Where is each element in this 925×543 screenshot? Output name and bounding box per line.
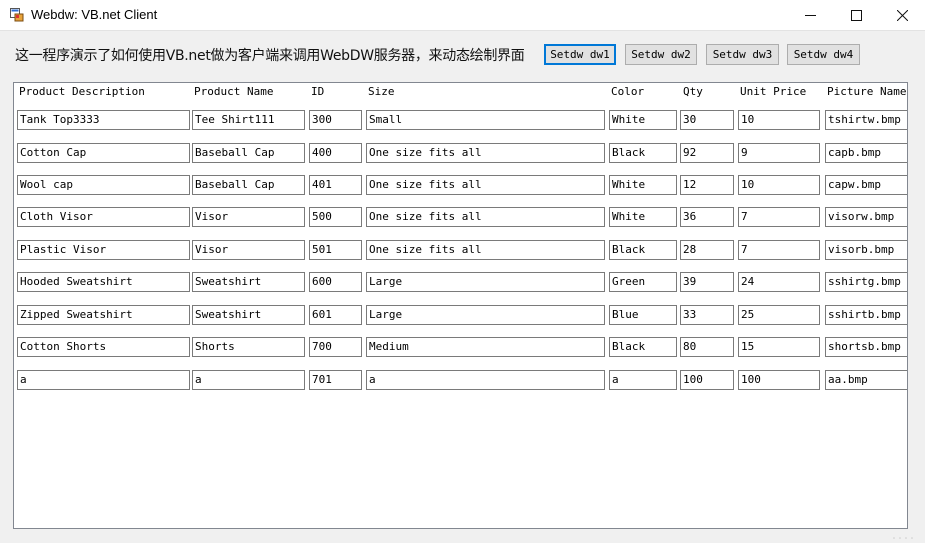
cell-product-name[interactable]: a	[192, 370, 305, 390]
cell-id[interactable]: 500	[309, 207, 362, 227]
cell-unit-price[interactable]: 10	[738, 175, 820, 195]
cell-size[interactable]: One size fits all	[366, 240, 605, 260]
cell-unit-price[interactable]: 9	[738, 143, 820, 163]
cell-id[interactable]: 601	[309, 305, 362, 325]
cell-product-description[interactable]: Wool cap	[17, 175, 190, 195]
cell-color[interactable]: White	[609, 110, 677, 130]
cell-picture-name[interactable]: capw.bmp	[825, 175, 907, 195]
cell-picture-name[interactable]: aa.bmp	[825, 370, 907, 390]
cell-color[interactable]: Black	[609, 240, 677, 260]
cell-picture-name[interactable]: sshirtb.bmp	[825, 305, 907, 325]
cell-qty[interactable]: 12	[680, 175, 734, 195]
cell-color[interactable]: Black	[609, 143, 677, 163]
cell-id[interactable]: 700	[309, 337, 362, 357]
cell-id[interactable]: 701	[309, 370, 362, 390]
column-header-product-name: Product Name	[194, 85, 274, 98]
minimize-button[interactable]	[787, 0, 833, 30]
column-header-color: Color	[611, 85, 645, 98]
cell-size[interactable]: Large	[366, 305, 605, 325]
app-icon	[10, 8, 24, 22]
cell-size[interactable]: One size fits all	[366, 207, 605, 227]
cell-unit-price[interactable]: 7	[738, 240, 820, 260]
cell-product-name[interactable]: Shorts	[192, 337, 305, 357]
cell-product-name[interactable]: Tee Shirt111	[192, 110, 305, 130]
cell-size[interactable]: a	[366, 370, 605, 390]
setdw-dw1-button[interactable]: Setdw dw1	[544, 44, 616, 65]
cell-size[interactable]: Medium	[366, 337, 605, 357]
column-header-id: ID	[311, 85, 325, 98]
column-header-product-description: Product Description	[19, 85, 145, 98]
cell-unit-price[interactable]: 7	[738, 207, 820, 227]
column-header-qty: Qty	[683, 85, 703, 98]
cell-product-description[interactable]: Plastic Visor	[17, 240, 190, 260]
datawindow-panel: Product Description Product Name ID Size Col…	[13, 82, 908, 529]
cell-product-name[interactable]: Sweatshirt	[192, 272, 305, 292]
resize-grip-icon[interactable]	[890, 535, 920, 541]
cell-product-description[interactable]: Cotton Shorts	[17, 337, 190, 357]
cell-picture-name[interactable]: capb.bmp	[825, 143, 907, 163]
close-button[interactable]	[879, 0, 925, 30]
cell-color[interactable]: White	[609, 207, 677, 227]
cell-product-name[interactable]: Visor	[192, 207, 305, 227]
cell-size[interactable]: One size fits all	[366, 143, 605, 163]
cell-qty[interactable]: 28	[680, 240, 734, 260]
cell-unit-price[interactable]: 25	[738, 305, 820, 325]
cell-product-name[interactable]: Sweatshirt	[192, 305, 305, 325]
cell-color[interactable]: White	[609, 175, 677, 195]
cell-product-description[interactable]: Cotton Cap	[17, 143, 190, 163]
cell-size[interactable]: Large	[366, 272, 605, 292]
cell-product-description[interactable]: Hooded Sweatshirt	[17, 272, 190, 292]
cell-product-name[interactable]: Baseball Cap	[192, 143, 305, 163]
cell-qty[interactable]: 33	[680, 305, 734, 325]
window-title: Webdw: VB.net Client	[31, 7, 158, 22]
cell-size[interactable]: One size fits all	[366, 175, 605, 195]
description-label: 这一程序演示了如何使用VB.net做为客户端来调用WebDW服务器，来动态绘制界…	[15, 48, 525, 64]
cell-product-description[interactable]: a	[17, 370, 190, 390]
cell-unit-price[interactable]: 24	[738, 272, 820, 292]
cell-picture-name[interactable]: visorw.bmp	[825, 207, 907, 227]
maximize-icon	[850, 9, 862, 21]
cell-picture-name[interactable]: sshirtg.bmp	[825, 272, 907, 292]
cell-qty[interactable]: 30	[680, 110, 734, 130]
cell-color[interactable]: a	[609, 370, 677, 390]
setdw-dw4-button[interactable]: Setdw dw4	[787, 44, 860, 65]
cell-qty[interactable]: 100	[680, 370, 734, 390]
cell-id[interactable]: 501	[309, 240, 362, 260]
cell-qty[interactable]: 80	[680, 337, 734, 357]
cell-color[interactable]: Blue	[609, 305, 677, 325]
cell-id[interactable]: 400	[309, 143, 362, 163]
cell-unit-price[interactable]: 15	[738, 337, 820, 357]
setdw-dw3-button[interactable]: Setdw dw3	[706, 44, 779, 65]
cell-size[interactable]: Small	[366, 110, 605, 130]
maximize-button[interactable]	[833, 0, 879, 30]
cell-qty[interactable]: 36	[680, 207, 734, 227]
cell-color[interactable]: Black	[609, 337, 677, 357]
cell-product-description[interactable]: Tank Top3333	[17, 110, 190, 130]
title-bar: Webdw: VB.net Client	[0, 0, 925, 31]
close-icon	[896, 9, 908, 21]
cell-id[interactable]: 300	[309, 110, 362, 130]
cell-picture-name[interactable]: shortsb.bmp	[825, 337, 907, 357]
minimize-icon	[804, 14, 816, 16]
column-header-unit-price: Unit Price	[740, 85, 807, 98]
cell-product-name[interactable]: Visor	[192, 240, 305, 260]
cell-product-name[interactable]: Baseball Cap	[192, 175, 305, 195]
cell-picture-name[interactable]: visorb.bmp	[825, 240, 907, 260]
column-header-size: Size	[368, 85, 395, 98]
cell-picture-name[interactable]: tshirtw.bmp	[825, 110, 907, 130]
cell-qty[interactable]: 39	[680, 272, 734, 292]
cell-color[interactable]: Green	[609, 272, 677, 292]
setdw-dw2-button[interactable]: Setdw dw2	[625, 44, 697, 65]
cell-id[interactable]: 600	[309, 272, 362, 292]
cell-unit-price[interactable]: 100	[738, 370, 820, 390]
cell-unit-price[interactable]: 10	[738, 110, 820, 130]
cell-product-description[interactable]: Cloth Visor	[17, 207, 190, 227]
cell-id[interactable]: 401	[309, 175, 362, 195]
cell-product-description[interactable]: Zipped Sweatshirt	[17, 305, 190, 325]
cell-qty[interactable]: 92	[680, 143, 734, 163]
column-header-picture-name: Picture Name	[827, 85, 907, 98]
